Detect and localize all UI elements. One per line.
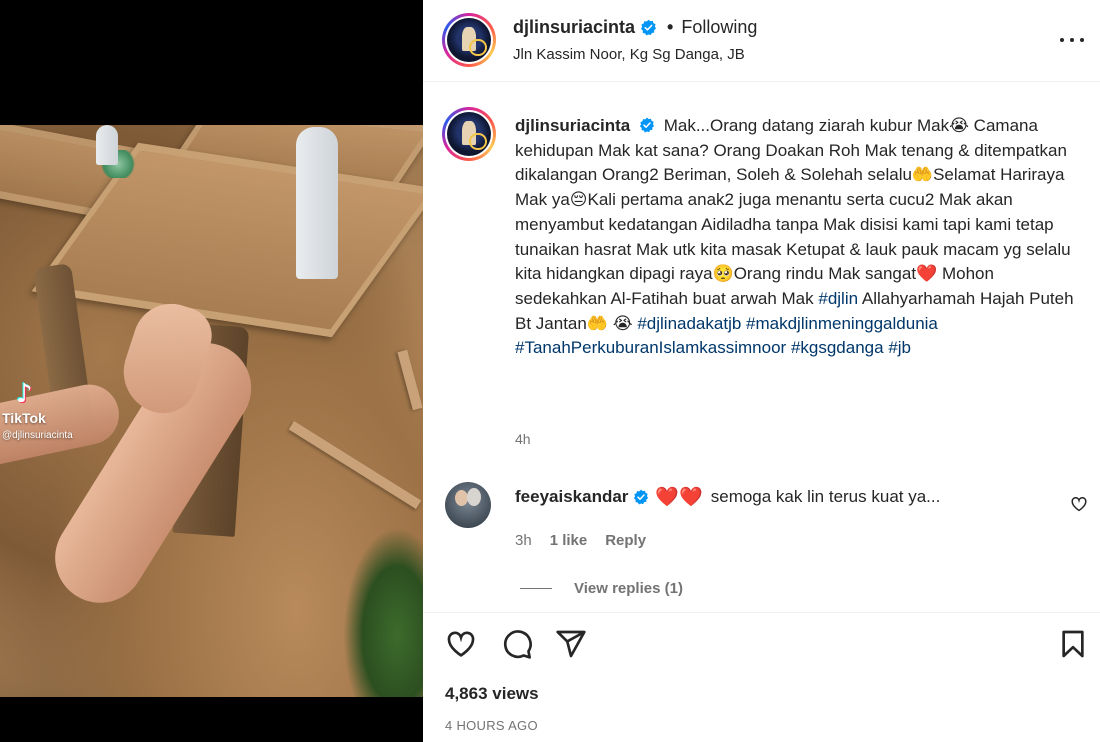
- verified-badge-icon: [634, 489, 649, 505]
- wooden-plank: [397, 349, 423, 411]
- comment-text: feeyaiskandar ❤️❤️ semoga kak lin terus …: [515, 485, 1055, 509]
- caption-text: djlinsuriacinta Mak...Orang datang ziara…: [515, 114, 1075, 361]
- replies-divider: [520, 588, 552, 589]
- tiktok-watermark: ♪ ♪ ♪ TikTok @djlinsuriacinta: [2, 378, 122, 441]
- hashtag[interactable]: #jb: [888, 338, 911, 357]
- verified-badge-icon: [639, 117, 655, 133]
- commenter-username[interactable]: feeyaiskandar: [515, 487, 628, 507]
- paper-plane-icon[interactable]: [555, 628, 587, 660]
- post-media[interactable]: ♪ ♪ ♪ TikTok @djlinsuriacinta: [0, 0, 423, 742]
- following-button[interactable]: Following: [681, 17, 757, 38]
- view-replies-button[interactable]: View replies (1): [520, 580, 683, 597]
- post-timestamp[interactable]: 4 HOURS AGO: [445, 718, 538, 733]
- bookmark-outline-icon[interactable]: [1057, 628, 1089, 660]
- comment-like-heart-icon[interactable]: [1070, 495, 1088, 513]
- wooden-plank: [288, 421, 422, 509]
- views-count[interactable]: 4,863 views: [445, 684, 539, 704]
- author-avatar[interactable]: [442, 13, 496, 67]
- caption-body: Mak...Orang datang ziarah kubur Mak😭 Cam…: [515, 116, 1071, 308]
- author-username[interactable]: djlinsuriacinta: [513, 17, 635, 38]
- caption-author-avatar[interactable]: [442, 107, 496, 161]
- heart-outline-icon[interactable]: [445, 628, 477, 660]
- hashtag[interactable]: #kgsgdanga: [791, 338, 884, 357]
- verified-badge-icon: [641, 19, 657, 36]
- hashtag[interactable]: #makdjlinmeninggaldunia: [746, 314, 938, 333]
- comment-time[interactable]: 3h: [515, 532, 532, 549]
- separator-dot: •: [667, 17, 674, 37]
- heart-emoji: ❤️❤️: [655, 487, 703, 508]
- hashtag[interactable]: #djlinadakatjb: [637, 314, 741, 333]
- comment-message: semoga kak lin terus kuat ya...: [710, 487, 941, 506]
- post-panel: djlinsuriacinta • Following Jln Kassim N…: [423, 0, 1100, 742]
- reply-button[interactable]: Reply: [605, 532, 646, 549]
- more-options-icon[interactable]: [1060, 30, 1084, 50]
- grass-patch: [343, 527, 423, 697]
- comment-likes[interactable]: 1 like: [550, 532, 588, 549]
- action-bar: 4,863 views 4 HOURS AGO: [423, 612, 1100, 742]
- post-header: djlinsuriacinta • Following Jln Kassim N…: [423, 0, 1100, 82]
- author-line: djlinsuriacinta • Following: [513, 17, 757, 38]
- post-location[interactable]: Jln Kassim Noor, Kg Sg Danga, JB: [513, 46, 745, 63]
- headstone-white: [296, 127, 338, 279]
- tiktok-brand: TikTok: [2, 410, 46, 426]
- headstone-small: [96, 125, 118, 165]
- caption-username[interactable]: djlinsuriacinta: [515, 116, 630, 135]
- hashtag[interactable]: #TanahPerkuburanIslamkassimnoor: [515, 338, 786, 357]
- view-replies-label: View replies (1): [574, 580, 683, 597]
- commenter-avatar[interactable]: [445, 482, 491, 528]
- tiktok-username: @djlinsuriacinta: [2, 430, 73, 441]
- comment-meta: 3h 1 like Reply: [515, 532, 646, 549]
- comment-bubble-icon[interactable]: [501, 628, 533, 660]
- hashtag[interactable]: #djlin: [818, 289, 858, 308]
- tiktok-note-icon: ♪ ♪ ♪: [15, 378, 34, 410]
- caption-timestamp[interactable]: 4h: [515, 431, 531, 447]
